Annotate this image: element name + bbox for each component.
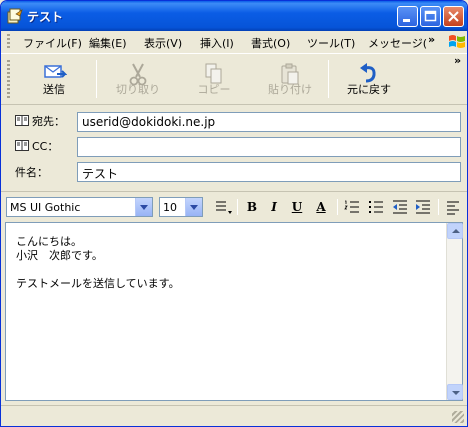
menu-tools[interactable]: ツール(T) bbox=[307, 35, 355, 51]
menu-format[interactable]: 書式(O) bbox=[251, 35, 290, 51]
font-name-value: MS UI Gothic bbox=[10, 201, 81, 214]
message-header: 宛先： userid@dokidoki.ne.jp CC： 件名： テスト bbox=[1, 106, 467, 186]
font-color-button[interactable]: A bbox=[310, 198, 332, 216]
format-separator bbox=[438, 199, 439, 215]
decrease-indent-icon bbox=[393, 200, 407, 214]
scroll-down-icon[interactable] bbox=[447, 384, 463, 400]
increase-indent-icon bbox=[416, 200, 430, 214]
cut-button[interactable]: 切り取り bbox=[101, 56, 175, 102]
copy-label: コピー bbox=[197, 83, 231, 96]
chevron-down-icon[interactable] bbox=[185, 198, 202, 216]
mail-compose-icon bbox=[7, 8, 23, 24]
scroll-up-icon[interactable] bbox=[447, 223, 463, 239]
cut-label: 切り取り bbox=[116, 83, 160, 96]
close-icon bbox=[448, 11, 459, 22]
menu-view[interactable]: 表示(V) bbox=[144, 35, 182, 51]
toolbar-separator bbox=[328, 60, 329, 98]
cc-field[interactable] bbox=[77, 137, 461, 157]
font-name-select[interactable]: MS UI Gothic bbox=[6, 197, 153, 217]
send-button[interactable]: 送信 bbox=[17, 56, 91, 102]
numbered-list-icon bbox=[344, 200, 359, 213]
numbered-list-button[interactable] bbox=[343, 198, 361, 216]
compose-window: テスト ファイル(F) 編集(E) 表示(V) 挿入(I) 書式(O) ツール(… bbox=[0, 0, 468, 427]
undo-button[interactable]: 元に戻す bbox=[332, 56, 406, 102]
cc-label: CC： bbox=[32, 140, 59, 153]
toolbar-overflow-chevron[interactable]: » bbox=[454, 54, 461, 67]
bullet-list-icon bbox=[369, 201, 383, 213]
font-size-value: 10 bbox=[163, 201, 177, 214]
to-label: 宛先： bbox=[32, 115, 65, 128]
chevron-down-icon[interactable] bbox=[135, 198, 152, 216]
resize-grip-icon[interactable] bbox=[452, 411, 464, 423]
format-separator bbox=[237, 199, 238, 215]
menu-bar: ファイル(F) 編集(E) 表示(V) 挿入(I) 書式(O) ツール(T) メ… bbox=[1, 31, 467, 53]
menu-message[interactable]: メッセージ( bbox=[368, 35, 427, 51]
standard-toolbar: 送信 切り取り コピー 貼り付け 元に戻す » bbox=[1, 53, 467, 105]
vertical-scrollbar[interactable] bbox=[446, 223, 463, 400]
maximize-button[interactable] bbox=[420, 6, 441, 27]
menu-file[interactable]: ファイル(F) bbox=[23, 35, 82, 51]
align-left-button[interactable] bbox=[444, 198, 462, 216]
increase-indent-button[interactable] bbox=[414, 198, 432, 216]
italic-button[interactable]: I bbox=[265, 198, 283, 216]
paragraph-style-button[interactable] bbox=[212, 198, 234, 216]
to-field[interactable]: userid@dokidoki.ne.jp bbox=[77, 112, 461, 132]
toolbar-grip[interactable] bbox=[7, 60, 10, 98]
window-title: テスト bbox=[27, 10, 64, 24]
to-label-button[interactable]: 宛先： bbox=[15, 113, 65, 129]
bold-button[interactable]: B bbox=[243, 198, 261, 216]
toolbar-separator bbox=[96, 60, 97, 98]
font-size-select[interactable]: 10 bbox=[159, 197, 203, 217]
decrease-indent-button[interactable] bbox=[391, 198, 409, 216]
format-separator bbox=[337, 199, 338, 215]
align-left-icon bbox=[447, 201, 459, 215]
copy-button[interactable]: コピー bbox=[177, 56, 251, 102]
bullet-list-button[interactable] bbox=[367, 198, 385, 216]
menu-insert[interactable]: 挿入(I) bbox=[200, 35, 234, 51]
formatting-toolbar: MS UI Gothic 10 B I U A bbox=[1, 191, 467, 219]
status-bar bbox=[1, 405, 467, 426]
subject-field[interactable]: テスト bbox=[77, 162, 461, 182]
paste-button[interactable]: 貼り付け bbox=[253, 56, 327, 102]
minimize-button[interactable] bbox=[397, 6, 418, 27]
message-body-text[interactable]: こんにちは。 小沢 次郎です。 テストメールを送信しています。 bbox=[16, 235, 180, 291]
windows-logo-icon bbox=[449, 35, 465, 48]
paste-label: 貼り付け bbox=[268, 83, 312, 96]
message-body[interactable]: こんにちは。 小沢 次郎です。 テストメールを送信しています。 bbox=[5, 222, 463, 401]
menu-grip[interactable] bbox=[7, 34, 10, 50]
address-book-icon bbox=[15, 140, 29, 151]
title-bar[interactable]: テスト bbox=[1, 1, 467, 31]
cc-label-button[interactable]: CC： bbox=[15, 138, 58, 154]
menu-overflow-chevron[interactable]: » bbox=[428, 33, 435, 46]
subject-label: 件名： bbox=[15, 166, 48, 179]
undo-label: 元に戻す bbox=[347, 83, 391, 96]
close-button[interactable] bbox=[443, 6, 464, 27]
underline-button[interactable]: U bbox=[288, 198, 306, 216]
paragraph-style-icon bbox=[216, 201, 232, 214]
send-label: 送信 bbox=[43, 83, 65, 96]
maximize-icon bbox=[424, 10, 437, 22]
address-book-icon bbox=[15, 115, 29, 126]
minimize-icon bbox=[403, 19, 410, 22]
menu-edit[interactable]: 編集(E) bbox=[89, 35, 127, 51]
